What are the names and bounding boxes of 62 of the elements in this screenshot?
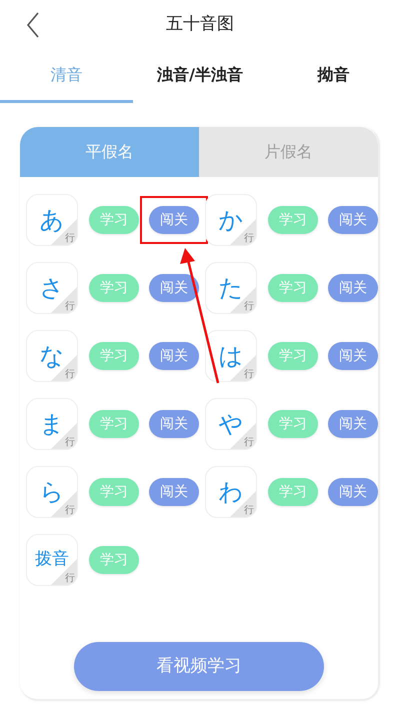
kana-label: や — [218, 409, 244, 440]
tab[interactable]: 拗音 — [266, 50, 400, 103]
page-title: 五十音图 — [166, 13, 234, 36]
kana-tile[interactable]: ら 行 — [26, 466, 78, 518]
corner-label: 行 — [244, 234, 254, 244]
kana-tile[interactable]: さ 行 — [26, 262, 78, 314]
learn-button[interactable]: 学习 — [268, 206, 318, 234]
challenge-button[interactable]: 闯关 — [328, 342, 378, 370]
challenge-button[interactable]: 闯关 — [149, 410, 199, 438]
challenge-button[interactable]: 闯关 — [328, 478, 378, 506]
challenge-button[interactable]: 闯关 — [328, 206, 378, 234]
challenge-button[interactable]: 闯关 — [149, 342, 199, 370]
segment-tab[interactable]: 片假名 — [199, 127, 378, 177]
kana-label: わ — [218, 477, 244, 508]
learn-button[interactable]: 学习 — [268, 342, 318, 370]
kana-tile[interactable]: ま 行 — [26, 398, 78, 450]
kana-tile[interactable]: 拨音 行 — [26, 534, 78, 586]
learn-button[interactable]: 学习 — [89, 410, 139, 438]
challenge-button[interactable]: 闯关 — [149, 274, 199, 302]
kana-label: 拨音 — [35, 548, 69, 572]
learn-button[interactable]: 学习 — [268, 410, 318, 438]
challenge-button[interactable]: 闯关 — [328, 410, 378, 438]
corner-label: 行 — [244, 302, 254, 312]
kana-label: な — [40, 341, 64, 372]
kana-label: た — [218, 273, 244, 304]
corner-label: 行 — [244, 370, 254, 380]
corner-label: 行 — [65, 370, 75, 380]
corner-label: 行 — [244, 506, 254, 516]
corner-label: 行 — [65, 506, 75, 516]
learn-button[interactable]: 学习 — [268, 478, 318, 506]
kana-tile[interactable]: た 行 — [205, 262, 257, 314]
tab[interactable]: 浊音/半浊音 — [133, 50, 267, 103]
kana-label: は — [218, 341, 244, 372]
learn-button[interactable]: 学习 — [268, 274, 318, 302]
back-icon — [26, 12, 40, 38]
kana-tile[interactable]: か 行 — [205, 194, 257, 246]
kana-label: ま — [40, 409, 64, 440]
learn-button[interactable]: 学习 — [89, 478, 139, 506]
segment-tab[interactable]: 平假名 — [20, 127, 199, 177]
kana-label: さ — [40, 273, 64, 304]
corner-label: 行 — [65, 234, 75, 244]
kana-tile[interactable]: あ 行 — [26, 194, 78, 246]
learn-button[interactable]: 学习 — [89, 546, 139, 574]
corner-label: 行 — [65, 574, 75, 584]
learn-button[interactable]: 学习 — [89, 274, 139, 302]
corner-label: 行 — [65, 438, 75, 448]
kana-tile[interactable]: は 行 — [205, 330, 257, 382]
tab[interactable]: 清音 — [0, 50, 134, 103]
learn-button[interactable]: 学习 — [89, 342, 139, 370]
challenge-button[interactable]: 闯关 — [328, 274, 378, 302]
kana-label: か — [218, 205, 244, 236]
kana-label: ら — [40, 477, 64, 508]
corner-label: 行 — [244, 438, 254, 448]
kana-tile[interactable]: や 行 — [205, 398, 257, 450]
corner-label: 行 — [65, 302, 75, 312]
kana-tile[interactable]: わ 行 — [205, 466, 257, 518]
learn-button[interactable]: 学习 — [89, 206, 139, 234]
video-learning-button[interactable]: 看视频学习 — [74, 642, 324, 691]
kana-label: あ — [40, 205, 64, 236]
challenge-button[interactable]: 闯关 — [149, 206, 199, 234]
challenge-button[interactable]: 闯关 — [149, 478, 199, 506]
kana-tile[interactable]: な 行 — [26, 330, 78, 382]
